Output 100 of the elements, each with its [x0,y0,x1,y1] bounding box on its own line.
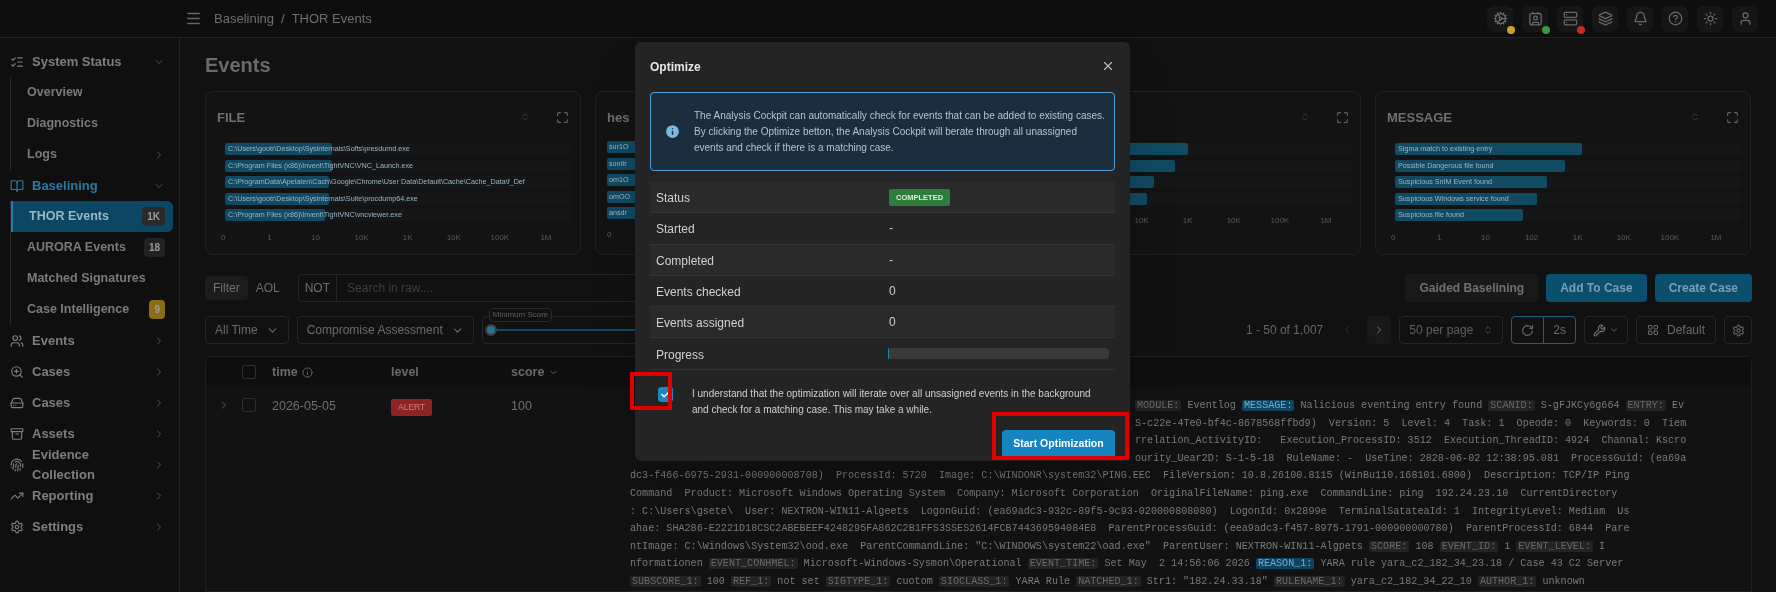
sidebar-subitem[interactable]: AURORA Events 18 [11,232,173,263]
log-text: ourity_Uear2D: S-1-5-18 RuleName: - UseTine: 2828-06-02 12:38:95.081 ProcessGuid: (ea69a [1135,452,1687,464]
axis-tick-label: 10K [1134,215,1149,227]
consent-text: I understand that the optimization will iterate over all unsasigned events in the background and check for a matching case. This may take a while. [692,386,1092,417]
view-dropdown[interactable]: Compromise Assessment [296,316,474,344]
people-icon [10,333,24,348]
count-badge: 18 [143,238,165,257]
toolbar-button[interactable] [1662,5,1688,32]
action-button[interactable]: Create Case [1654,274,1752,302]
slider-label: Minimum Score [488,308,553,322]
breadcrumb-item: / [281,9,285,28]
log-text: unknown [1541,575,1585,587]
start-optimization-button[interactable]: Start Optimization [1002,429,1115,459]
settings-icon [10,519,24,534]
sidebar-item[interactable]: Assets [0,418,179,449]
log-text: ntImage: C:\Windows\System32\ood.exe ParentCommandLine: "C:\WINDOWS\system22\oad.exe" ParentUser: NEXTRON-WIN11-Algpets [630,540,1364,552]
table-cell-text: 2026-05-05 [272,398,337,413]
slider-thumb[interactable] [484,324,497,336]
log-text: Str1: "182.24.33.18" [1145,575,1269,587]
expand-icon[interactable] [1336,110,1349,124]
sidebar-subitem[interactable]: THOR Events 1K [11,201,173,232]
log-text: : C:\Users\gsete\ User: NEXTRON-WIN11-Algeets LogonGuid: (ea69adc3-932c-89f5-9c93-020000808080) LogonId: 0x2899e TerminalSatateaId: 1 IntegrityLevel: Mediam Us [630,505,1630,517]
column-header[interactable]: time [272,362,298,382]
row-label: Events checked [656,285,741,300]
chevron-down-icon [1608,325,1619,335]
field-key: EVENT_TIME: [1027,558,1099,570]
gear-icon [1492,11,1508,26]
sidebar-item[interactable]: Cases [0,387,179,418]
column-header[interactable]: score [511,362,545,382]
mode-tab[interactable]: Filter [205,276,248,300]
server-icon [1562,11,1578,26]
sidebar-item[interactable]: Cases [0,356,179,387]
toolbar-button[interactable] [1557,5,1583,32]
toolbar-button[interactable] [1522,5,1548,32]
highlighted-field-key: REASON_1: [1255,558,1315,570]
field-key: EVENT_CONHMEL: [708,558,798,570]
settings-button[interactable] [1724,316,1752,344]
column-header[interactable]: level [391,362,419,382]
dialog-title: Optimize [650,60,701,74]
field-key: EVENT_LEVEL: [1516,540,1593,552]
log-text: nformationen [630,558,704,570]
log-text: YARA rule yara_c2_182_34_23.18 / Case 43 C2 Server [1319,558,1624,570]
axis-tick-label: 1K [402,231,413,244]
layout-dropdown[interactable]: Default [1635,316,1716,344]
sort-icon [1483,325,1494,335]
log-text: Ev [1670,400,1685,411]
row-label: Started [656,222,695,237]
field-key: REF_1: [730,575,772,587]
sidebar-item[interactable]: Baselining [0,170,179,201]
sidebar-item[interactable]: Events [0,325,179,356]
log-text: not set [776,575,821,587]
sidebar-subitem[interactable]: Diagnostics [11,108,173,139]
expand-icon[interactable] [556,110,569,124]
layers-icon [1597,11,1613,26]
axis-tick-label: 10K [354,231,369,244]
refresh-icon [1521,323,1535,337]
mode-tab[interactable]: AOL [247,276,288,300]
sidebar-label: Case Intelligence [27,301,131,319]
menu-icon[interactable] [185,10,202,27]
sidebar-subitem[interactable]: Matched Signatures [11,263,173,294]
toolbar-button[interactable] [1487,5,1513,32]
log-text: 108 [1414,540,1435,552]
per-page-select[interactable]: 50 per page [1399,316,1504,344]
sidebar-label: Settings [32,517,85,536]
sidebar-label: Assets [32,424,76,443]
log-text: YARA Rule [1014,575,1072,587]
sidebar-label: System Status [32,52,123,71]
axis-tick-label: 10 [311,231,320,244]
sidebar-subitem[interactable]: Case Intelligence 9 [11,294,173,325]
breadcrumb-item[interactable]: THOR Events [291,8,372,29]
sidebar-label: THOR Events [29,208,110,226]
toolbar-button[interactable] [1592,5,1618,32]
drive-icon [10,395,24,410]
expand-icon[interactable] [1726,110,1739,124]
log-text: 1 [1503,540,1512,552]
table-cell-text: 100 [511,398,533,413]
tools-dropdown[interactable] [1583,316,1628,344]
log-text: rrelation_ActivityID: Execution_ProcessID: 3512 Execution_ThreadID: 4924 Channal: Kscro [1135,435,1687,447]
checkbox[interactable] [242,365,256,379]
not-toggle[interactable]: NOT [298,275,338,301]
axis-tick-label: 1 [1437,231,1442,244]
user-icon [1737,11,1753,26]
notifications-icon [1632,11,1648,26]
field-key: SIGTYPE_1: [825,575,891,587]
toolbar-button[interactable] [1627,5,1653,32]
action-button[interactable]: Gaided Baselining [1405,274,1539,302]
field-key: SUBSCORE_1: [630,575,701,587]
sidebar-item[interactable]: Settings [0,511,179,542]
log-text: I [1598,540,1606,552]
close-icon[interactable] [1101,59,1115,73]
action-button[interactable]: Add To Case [1546,274,1647,302]
checkbox[interactable] [242,398,256,412]
info-icon [301,366,313,378]
chart-title: hes [607,110,630,125]
breadcrumb-item[interactable]: Baselining [214,8,274,29]
sidebar-subitem[interactable]: Overview [11,77,173,108]
count-badge: 9 [149,300,165,319]
sidebar-subitem[interactable]: Logs [11,139,173,170]
time-range-dropdown[interactable]: All Time [205,316,289,344]
sidebar-item[interactable]: System Status [0,46,179,77]
